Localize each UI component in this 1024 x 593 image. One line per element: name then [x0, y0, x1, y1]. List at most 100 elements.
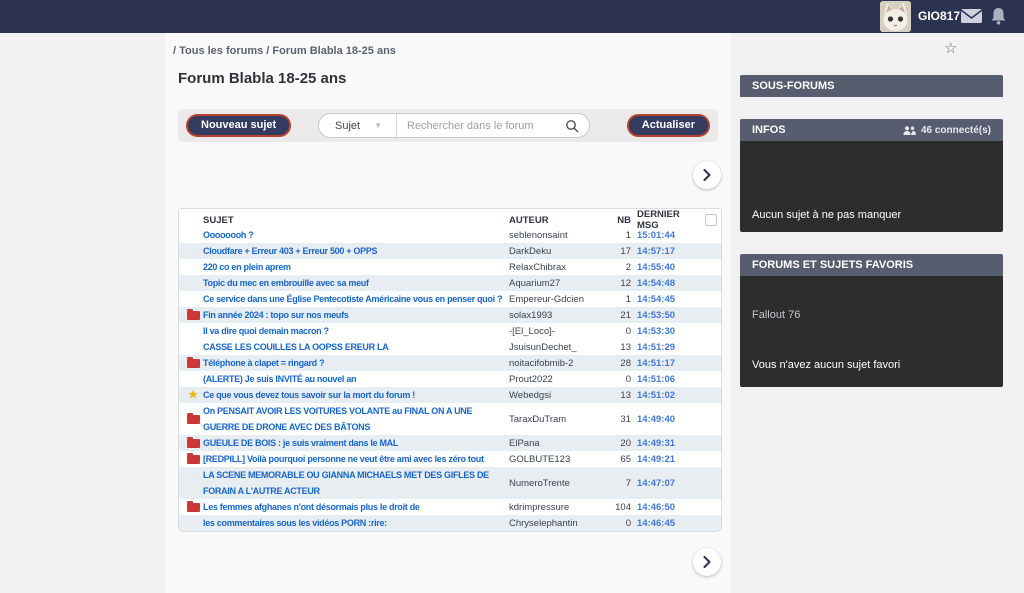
username[interactable]: GIO817	[918, 0, 960, 33]
topic-last-msg-time[interactable]: 14:55:40	[631, 262, 695, 273]
topic-last-msg-time[interactable]: 14:51:02	[631, 390, 695, 401]
table-row[interactable]: GUEULE DE BOIS : je suis vraiment dans l…	[179, 435, 721, 451]
topic-author[interactable]: Webedgsi	[509, 390, 601, 401]
topic-last-msg-time[interactable]: 14:49:31	[631, 438, 695, 449]
table-row[interactable]: Topic du mec en embrouille avec sa meuf …	[179, 275, 721, 291]
topic-author[interactable]: Chryselephantin	[509, 518, 601, 529]
row-icon-slot	[183, 439, 203, 448]
topic-last-msg-time[interactable]: 14:46:45	[631, 518, 695, 529]
search-filter-select[interactable]: Sujet ▼	[319, 114, 397, 137]
topic-title-link[interactable]: [REDPILL] Voilà pourquoi personne ne veu…	[203, 451, 509, 467]
select-all-checkbox[interactable]	[705, 214, 717, 226]
table-row[interactable]: Fin année 2024 : topo sur nos meufs sola…	[179, 307, 721, 323]
topic-author[interactable]: DarkDeku	[509, 246, 601, 257]
topic-author[interactable]: Prout2022	[509, 374, 601, 385]
topic-last-msg-time[interactable]: 15:01:44	[631, 230, 695, 241]
search-icon[interactable]	[565, 119, 579, 133]
topic-title-link[interactable]: Oooooooh ?	[203, 227, 509, 243]
infos-header: INFOS 46 connecté(s)	[740, 119, 1003, 141]
table-row[interactable]: ★ Ce que vous devez tous savoir sur la m…	[179, 387, 721, 403]
topic-last-msg-time[interactable]: 14:49:21	[631, 454, 695, 465]
topic-author[interactable]: noitacifobmib-2	[509, 358, 601, 369]
topic-title-link[interactable]: Ce que vous devez tous savoir sur la mor…	[203, 387, 509, 403]
table-row[interactable]: (ALERTE) Je suis INVITÉ au nouvel an Pro…	[179, 371, 721, 387]
topic-last-msg-time[interactable]: 14:53:50	[631, 310, 695, 321]
topic-title-link[interactable]: Topic du mec en embrouille avec sa meuf	[203, 275, 509, 291]
table-row[interactable]: CASSE LES COUILLES LA OOPSS EREUR LA Jsu…	[179, 339, 721, 355]
new-topic-button[interactable]: Nouveau sujet	[186, 114, 291, 137]
next-page-button-bottom[interactable]	[693, 548, 721, 576]
infos-title: INFOS	[752, 124, 786, 136]
connected-count: 46 connecté(s)	[903, 125, 991, 136]
bell-icon[interactable]	[990, 7, 1007, 30]
topic-title-link[interactable]: CASSE LES COUILLES LA OOPSS EREUR LA	[203, 339, 509, 355]
topic-author[interactable]: seblenonsaint	[509, 230, 601, 241]
topic-author[interactable]: JsuisunDechet_	[509, 342, 601, 353]
topic-title-link[interactable]: 220 co en plein aprem	[203, 259, 509, 275]
page-title: Forum Blabla 18-25 ans	[178, 70, 346, 87]
table-row[interactable]: 220 co en plein aprem RelaxChibrax 2 14:…	[179, 259, 721, 275]
topic-title-link[interactable]: Les femmes afghanes n'ont désormais plus…	[203, 499, 509, 515]
topic-author[interactable]: NumeroTrente	[509, 478, 601, 489]
topic-author[interactable]: kdrimpressure	[509, 502, 601, 513]
table-row[interactable]: Cloudfare + Erreur 403 + Erreur 500 + OP…	[179, 243, 721, 259]
topic-last-msg-time[interactable]: 14:47:07	[631, 478, 695, 489]
topic-title-link[interactable]: Cloudfare + Erreur 403 + Erreur 500 + OP…	[203, 243, 509, 259]
chevron-down-icon: ▼	[374, 121, 382, 130]
topic-author[interactable]: GOLBUTE123	[509, 454, 601, 465]
table-row[interactable]: Les femmes afghanes n'ont désormais plus…	[179, 499, 721, 515]
topic-title-link[interactable]: Ce service dans une Église Pentecotiste …	[203, 291, 509, 307]
topic-reply-count: 21	[601, 310, 631, 321]
refresh-button[interactable]: Actualiser	[627, 114, 710, 137]
topic-last-msg-time[interactable]: 14:46:50	[631, 502, 695, 513]
topic-title-link[interactable]: Il va dire quoi demain macron ?	[203, 323, 509, 339]
avatar[interactable]	[880, 1, 911, 32]
topic-title-link[interactable]: Fin année 2024 : topo sur nos meufs	[203, 307, 509, 323]
topic-last-msg-time[interactable]: 14:54:48	[631, 278, 695, 289]
search-filter-value: Sujet	[335, 120, 360, 132]
topic-author[interactable]: RelaxChibrax	[509, 262, 601, 273]
table-row[interactable]: On PENSAIT AVOIR LES VOITURES VOLANTE au…	[179, 403, 721, 435]
mail-icon[interactable]	[960, 8, 983, 29]
search-input[interactable]	[397, 120, 565, 132]
breadcrumb[interactable]: / Tous les forums / Forum Blabla 18-25 a…	[173, 45, 396, 57]
row-icon-slot	[183, 415, 203, 424]
avatar-image	[880, 1, 911, 32]
topic-author[interactable]: Empereur-Gdcien	[509, 294, 601, 305]
topic-author[interactable]: Aquarium27	[509, 278, 601, 289]
table-row[interactable]: Ce service dans une Église Pentecotiste …	[179, 291, 721, 307]
topic-last-msg-time[interactable]: 14:57:17	[631, 246, 695, 257]
table-row[interactable]: Il va dire quoi demain macron ? -[El_Loc…	[179, 323, 721, 339]
row-icon-slot	[183, 455, 203, 464]
table-row[interactable]: LA SCENE MEMORABLE OU GIANNA MICHAELS ME…	[179, 467, 721, 499]
table-row[interactable]: Téléphone à clapet = ringard ? noitacifo…	[179, 355, 721, 371]
topic-title-link[interactable]: les commentaires sous les vidéos PORN :r…	[203, 515, 509, 531]
topic-title-link[interactable]: LA SCENE MEMORABLE OU GIANNA MICHAELS ME…	[203, 467, 509, 499]
topic-last-msg-time[interactable]: 14:53:30	[631, 326, 695, 337]
topic-last-msg-time[interactable]: 14:54:45	[631, 294, 695, 305]
topic-author[interactable]: -[El_Loco]-	[509, 326, 601, 337]
chevron-right-icon	[703, 556, 711, 568]
topic-title-link[interactable]: GUEULE DE BOIS : je suis vraiment dans l…	[203, 435, 509, 451]
header-subject: SUJET	[203, 215, 509, 226]
topic-reply-count: 7	[601, 478, 631, 489]
topic-author[interactable]: solax1993	[509, 310, 601, 321]
table-row[interactable]: [REDPILL] Voilà pourquoi personne ne veu…	[179, 451, 721, 467]
table-row[interactable]: les commentaires sous les vidéos PORN :r…	[179, 515, 721, 531]
favorite-forum-link[interactable]: Fallout 76	[752, 309, 800, 321]
topic-reply-count: 13	[601, 342, 631, 353]
topic-author[interactable]: ElPana	[509, 438, 601, 449]
topic-last-msg-time[interactable]: 14:51:17	[631, 358, 695, 369]
favorite-star-icon[interactable]: ☆	[944, 39, 957, 57]
topic-title-link[interactable]: On PENSAIT AVOIR LES VOITURES VOLANTE au…	[203, 403, 509, 435]
topbar: GIO817	[0, 0, 1024, 33]
users-icon	[903, 126, 916, 135]
topic-title-link[interactable]: (ALERTE) Je suis INVITÉ au nouvel an	[203, 371, 509, 387]
topic-last-msg-time[interactable]: 14:51:29	[631, 342, 695, 353]
table-row[interactable]: Oooooooh ? seblenonsaint 1 15:01:44	[179, 227, 721, 243]
topic-title-link[interactable]: Téléphone à clapet = ringard ?	[203, 355, 509, 371]
topic-last-msg-time[interactable]: 14:49:40	[631, 414, 695, 425]
topic-author[interactable]: TaraxDuTram	[509, 414, 601, 425]
topic-last-msg-time[interactable]: 14:51:06	[631, 374, 695, 385]
next-page-button-top[interactable]	[693, 161, 721, 189]
